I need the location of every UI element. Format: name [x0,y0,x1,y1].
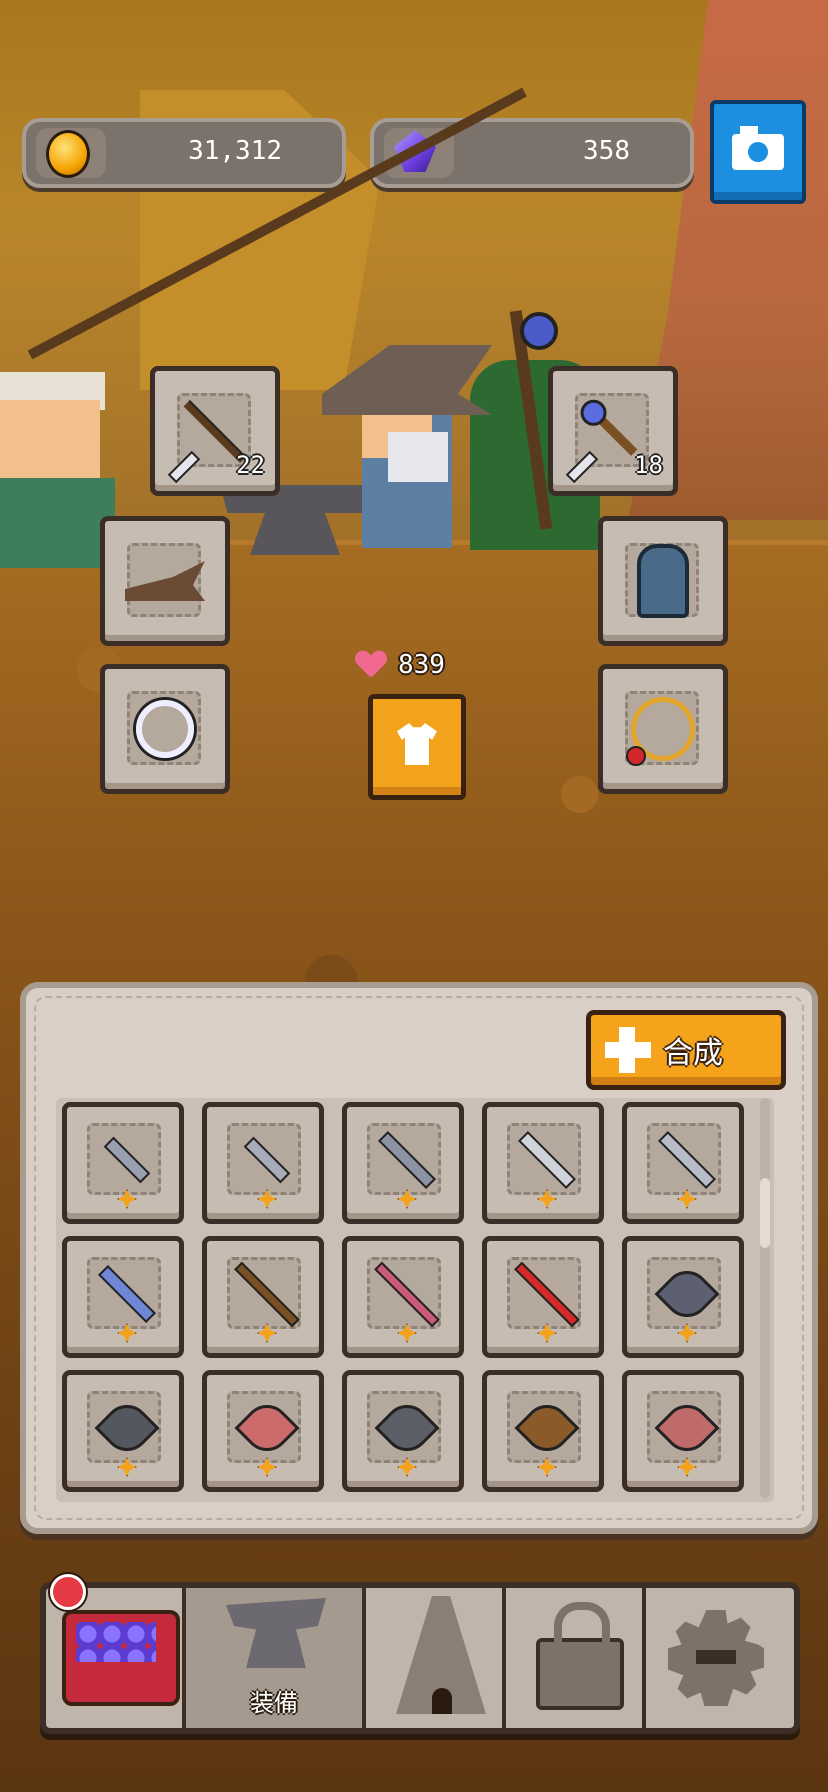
merge-label: 合成 [663,1036,723,1071]
tab-equipment-label: 装備 [250,1689,298,1717]
inventory-grid[interactable] [56,1098,774,1502]
inventory-slot[interactable] [62,1102,184,1224]
weapon-left-count: 22 [236,451,265,479]
inventory-slot[interactable] [482,1370,604,1492]
tab-shop[interactable] [46,1574,186,1728]
gold-amount: 31,312 [188,136,282,166]
inventory-slot[interactable] [202,1370,324,1492]
ring-icon [123,687,207,771]
bottom-nav: 装備 [40,1574,800,1734]
axe-icon [645,1259,729,1329]
blacksmith-head [0,400,100,480]
tab-settings[interactable] [646,1588,782,1728]
equip-slot-weapon-left[interactable]: 22 [150,366,280,496]
inventory-slot[interactable] [622,1236,744,1358]
equip-slot-cloak[interactable] [598,516,728,646]
hp-display: 839 [356,648,445,682]
inventory-slot[interactable] [482,1102,604,1224]
inventory-slot[interactable] [342,1236,464,1358]
treasure-chest-icon [62,1610,180,1706]
scroll-thumb[interactable] [760,1178,770,1248]
inventory-slot[interactable] [62,1370,184,1492]
sword-icon [365,1125,449,1195]
sword-icon [505,1125,589,1195]
hero-beard [388,432,448,482]
sword-icon [645,1125,729,1195]
club-icon [645,1393,729,1463]
camera-icon [732,126,784,170]
hammer-icon [365,1393,449,1463]
tower-icon [396,1596,486,1714]
anvil-icon [226,1598,326,1668]
gear-icon [668,1610,764,1706]
gold-counter: 31,312 [22,118,346,188]
inventory-scrollbar[interactable] [760,1098,770,1498]
inventory-slot[interactable] [202,1236,324,1358]
shirt-icon [397,723,437,765]
heart-icon [356,651,386,679]
tab-equipment[interactable]: 装備 [186,1588,366,1728]
blacksmith-body [0,478,115,568]
club-icon [505,1393,589,1463]
inventory-slot[interactable] [342,1102,464,1224]
staff-orb [520,312,558,350]
gold-coin-icon [46,130,90,178]
hat-icon [123,539,207,623]
inventory-slot[interactable] [482,1236,604,1358]
cloak-icon [621,539,705,623]
spear-icon [225,1259,309,1329]
camera-button[interactable] [710,100,806,204]
inventory-slot[interactable] [622,1370,744,1492]
inventory-panel: 合成 [20,982,818,1534]
inventory-slot[interactable] [622,1102,744,1224]
dagger-icon [85,1125,169,1195]
axe-icon [225,1393,309,1463]
spear-icon [505,1259,589,1329]
merge-button[interactable]: 合成 [586,1010,786,1090]
gem-amount: 358 [583,136,630,166]
alert-badge [50,1574,86,1610]
inventory-slot[interactable] [202,1102,324,1224]
inventory-slot[interactable] [62,1236,184,1358]
trident-icon [365,1259,449,1329]
equip-slot-hat[interactable] [100,516,230,646]
equip-slot-amulet[interactable] [598,664,728,794]
dagger-icon [225,1125,309,1195]
hp-value: 839 [398,650,445,680]
amulet-icon [621,687,705,771]
lock-icon [536,1602,624,1710]
tab-locked[interactable] [506,1588,646,1728]
equip-slot-ring[interactable] [100,664,230,794]
tab-tower[interactable] [366,1588,506,1728]
merge-sparkle-icon [605,1027,651,1073]
armor-button[interactable] [368,694,466,800]
equip-slot-weapon-right[interactable]: 18 [548,366,678,496]
inventory-slot[interactable] [342,1370,464,1492]
sword-icon [85,1259,169,1329]
axe-icon [85,1393,169,1463]
weapon-right-count: 18 [634,451,663,479]
